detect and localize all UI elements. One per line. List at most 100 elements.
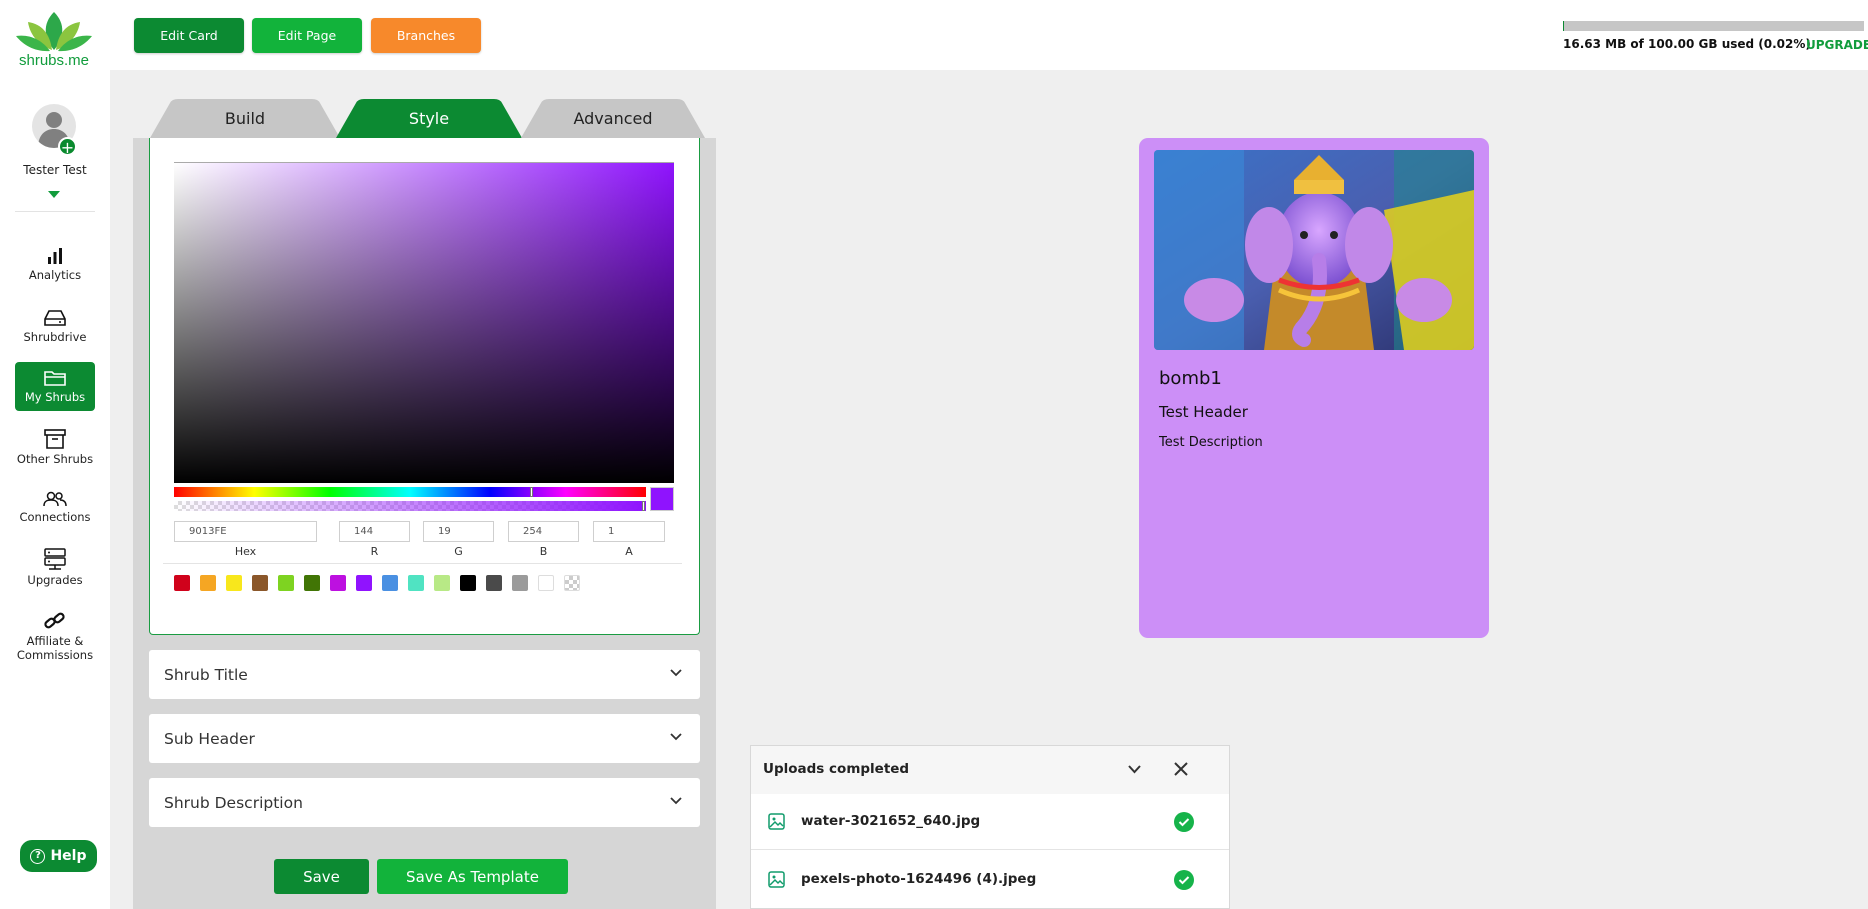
preset-color-swatch[interactable] [408, 575, 424, 591]
alpha-label: A [625, 545, 633, 558]
archive-icon [44, 429, 66, 449]
blue-input[interactable]: 254 [508, 521, 579, 542]
storage-progress-fill [1563, 21, 1564, 31]
sidebar-item-label: Upgrades [27, 573, 83, 587]
chevron-down-icon [670, 669, 682, 677]
preset-color-swatch[interactable] [356, 575, 372, 591]
alpha-input[interactable]: 1 [593, 521, 665, 542]
green-input[interactable]: 19 [423, 521, 494, 542]
hex-label: Hex [234, 545, 257, 558]
accordion-label: Shrub Description [164, 793, 303, 812]
sidebar-item-other-shrubs[interactable]: Other Shrubs [15, 429, 95, 466]
sidebar-item-label: My Shrubs [24, 390, 86, 404]
sidebar: shrubs.me + Tester Test Analytics Shrubd… [0, 0, 110, 909]
user-menu-caret-icon[interactable] [48, 191, 60, 198]
sidebar-divider [15, 211, 95, 212]
brand-name: shrubs.me [18, 52, 90, 69]
sidebar-item-label: Analytics [28, 268, 82, 282]
uploads-title: Uploads completed [763, 761, 910, 777]
saturation-value-area[interactable] [174, 162, 674, 483]
hue-slider[interactable] [174, 487, 646, 497]
tab-advanced[interactable]: Advanced [521, 99, 705, 138]
add-avatar-icon[interactable]: + [58, 137, 77, 157]
help-button[interactable]: ? Help [20, 840, 97, 872]
preset-color-swatch[interactable] [226, 575, 242, 591]
collapse-chevron-icon[interactable] [1128, 765, 1141, 774]
sidebar-item-label: Other Shrubs [16, 452, 94, 466]
chevron-down-icon [670, 797, 682, 805]
preset-color-swatch[interactable] [460, 575, 476, 591]
tab-style[interactable]: Style [336, 99, 522, 138]
red-label: R [370, 545, 379, 558]
red-input[interactable]: 144 [339, 521, 410, 542]
card-header: Test Header [1159, 403, 1248, 421]
uploads-header: Uploads completed [751, 746, 1229, 794]
uploads-panel: Uploads completed water-3021652_640.jpg … [750, 745, 1230, 909]
chevron-down-icon [670, 733, 682, 741]
edit-card-button[interactable]: Edit Card [134, 18, 244, 53]
tab-label: Style [408, 109, 450, 128]
preset-color-swatch[interactable] [330, 575, 346, 591]
preset-color-swatch[interactable] [200, 575, 216, 591]
edit-page-button[interactable]: Edit Page [252, 18, 362, 53]
accordion-label: Sub Header [164, 729, 255, 748]
tab-label: Build [224, 109, 266, 128]
close-icon[interactable] [1174, 762, 1188, 776]
preset-color-swatch[interactable] [174, 575, 190, 591]
upgrade-link[interactable]: UPGRADE [1806, 38, 1868, 52]
preset-color-swatch[interactable] [304, 575, 320, 591]
bar-chart-icon [48, 248, 62, 264]
preset-color-swatch[interactable] [512, 575, 528, 591]
sidebar-item-my-shrubs[interactable]: My Shrubs [15, 362, 95, 411]
help-label: Help [50, 848, 87, 864]
sidebar-item-label-2: Commissions [16, 648, 94, 662]
sidebar-item-label: Connections [19, 510, 91, 524]
accordion-shrub-title[interactable]: Shrub Title [149, 650, 700, 699]
check-circle-icon [1174, 870, 1194, 890]
leaf-logo-icon [16, 12, 92, 52]
sidebar-item-label: Affiliate & [26, 634, 84, 648]
alpha-slider[interactable] [174, 501, 646, 511]
hue-slider-thumb[interactable] [529, 487, 533, 497]
image-file-icon [768, 871, 785, 888]
branches-button[interactable]: Branches [371, 18, 481, 53]
sidebar-item-analytics[interactable]: Analytics [15, 247, 95, 282]
upload-row-divider [751, 849, 1229, 850]
hex-input[interactable]: 9013FE [174, 521, 317, 542]
green-label: G [454, 545, 463, 558]
accordion-shrub-description[interactable]: Shrub Description [149, 778, 700, 827]
check-circle-icon [1174, 812, 1194, 832]
card-image[interactable] [1154, 150, 1474, 350]
sidebar-item-affiliate[interactable]: Affiliate & Commissions [15, 611, 95, 662]
preset-color-swatch[interactable] [538, 575, 554, 591]
current-color-swatch [650, 487, 674, 511]
card-title: bomb1 [1159, 368, 1222, 389]
sidebar-item-connections[interactable]: Connections [15, 491, 95, 524]
blue-label: B [539, 545, 548, 558]
preset-color-swatch[interactable] [252, 575, 268, 591]
preset-color-swatch[interactable] [564, 575, 580, 591]
save-button[interactable]: Save [274, 859, 369, 894]
sidebar-item-shrubdrive[interactable]: Shrubdrive [15, 309, 95, 344]
save-as-template-button[interactable]: Save As Template [377, 859, 568, 894]
link-icon [44, 612, 65, 629]
sidebar-item-upgrades[interactable]: Upgrades [15, 548, 95, 587]
storage-progress-bar [1563, 21, 1864, 31]
preset-color-swatch[interactable] [486, 575, 502, 591]
server-icon [44, 548, 66, 570]
accordion-label: Shrub Title [164, 665, 248, 684]
accordion-sub-header[interactable]: Sub Header [149, 714, 700, 763]
user-name: Tester Test [23, 163, 87, 177]
storage-usage-text: 16.63 MB of 100.00 GB used (0.02%) [1563, 37, 1811, 51]
card-description: Test Description [1159, 435, 1263, 450]
preset-color-swatch[interactable] [434, 575, 450, 591]
preset-color-swatch[interactable] [278, 575, 294, 591]
tab-build[interactable]: Build [150, 99, 340, 138]
shrubs-logo[interactable]: shrubs.me [14, 10, 94, 70]
ganesha-statue-image [1154, 150, 1474, 350]
alpha-slider-thumb[interactable] [642, 501, 645, 511]
sidebar-item-label: Shrubdrive [23, 330, 87, 344]
image-file-icon [768, 813, 785, 830]
upload-file-name: pexels-photo-1624496 (4).jpeg [801, 871, 1037, 887]
preset-color-swatch[interactable] [382, 575, 398, 591]
